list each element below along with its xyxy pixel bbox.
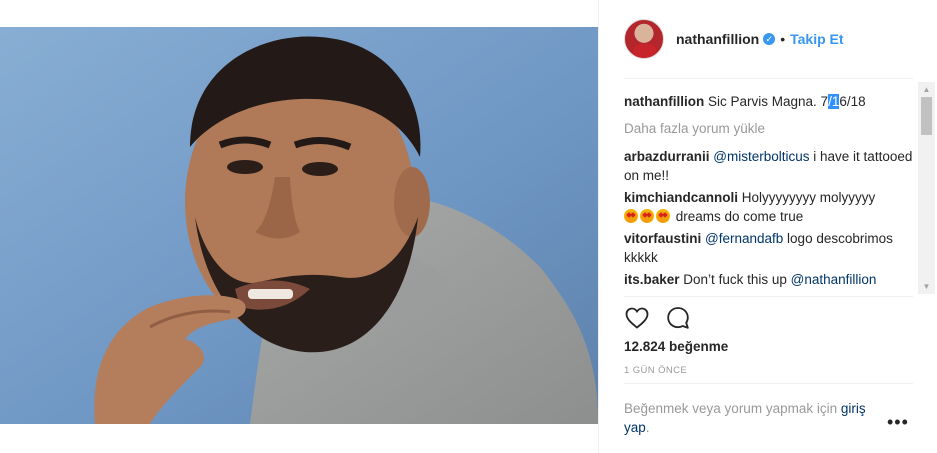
caption: nathanfillion Sic Parvis Magna. 7/16/18 (624, 92, 919, 111)
comment-username[interactable]: arbazdurranii (624, 149, 710, 164)
caption-text-after: 6/18 (839, 94, 866, 109)
comments-scrollbar[interactable]: ▲ ▼ (918, 82, 935, 294)
login-prompt: Beğenmek veya yorum yapmak için giriş ya… (624, 399, 884, 437)
header-separator: • (780, 31, 786, 47)
like-button[interactable] (624, 305, 650, 331)
heart-outline-icon (625, 307, 649, 329)
comment-text: Don’t fuck this up (683, 272, 791, 287)
post-timestamp[interactable]: 1 GÜN ÖNCE (624, 365, 687, 376)
post-image[interactable] (0, 27, 598, 424)
comment-item: arbazdurranii @misterbolticus i have it … (624, 147, 919, 185)
comment-mention[interactable]: @fernandafb (705, 231, 783, 246)
post-side-panel: nathanfillion ✓ • Takip Et nathanfillion… (598, 0, 937, 453)
comment-text: Holyyyyyyyy molyyyyy (741, 190, 876, 205)
comment-bubble-icon (667, 307, 689, 329)
heart-eyes-emoji-icon (656, 209, 670, 223)
follow-button[interactable]: Takip Et (790, 31, 843, 47)
scroll-up-arrow-icon[interactable]: ▲ (918, 82, 935, 97)
divider (624, 78, 913, 79)
login-prompt-text: Beğenmek veya yorum yapmak için (624, 401, 841, 416)
load-more-comments[interactable]: Daha fazla yorum yükle (624, 119, 919, 138)
avatar[interactable] (624, 19, 664, 59)
comment-item: its.baker Don’t fuck this up @nathanfill… (624, 270, 919, 289)
comment-button[interactable] (665, 305, 691, 331)
login-prompt-end: . (645, 420, 650, 435)
more-options-button[interactable]: ••• (887, 413, 909, 431)
post-header: nathanfillion ✓ • Takip Et (599, 14, 937, 64)
comments-list[interactable]: nathanfillion Sic Parvis Magna. 7/16/18 … (624, 92, 919, 292)
portrait-illustration (0, 27, 598, 424)
verified-badge-icon: ✓ (763, 33, 776, 45)
divider (624, 296, 913, 297)
heart-eyes-emoji-icon (624, 209, 638, 223)
comment-username[interactable]: vitorfaustini (624, 231, 701, 246)
comment-username[interactable]: its.baker (624, 272, 680, 287)
like-count[interactable]: 12.824 beğenme (624, 339, 728, 354)
scroll-down-arrow-icon[interactable]: ▼ (918, 279, 935, 294)
post-actions (624, 305, 691, 331)
comment-item: vitorfaustini @fernandafb logo descobrim… (624, 229, 919, 267)
comment-mention[interactable]: @nathanfillion (791, 272, 877, 287)
comment-item: kimchiandcannoli Holyyyyyyyy molyyyyy dr… (624, 188, 919, 226)
comment-mention[interactable]: @misterbolticus (713, 149, 809, 164)
caption-username[interactable]: nathanfillion (624, 94, 704, 109)
caption-text-selected: /1 (828, 94, 840, 109)
header-username[interactable]: nathanfillion (676, 31, 759, 47)
scrollbar-thumb[interactable] (921, 97, 932, 135)
comment-emoji-text: dreams do come true (672, 209, 804, 224)
caption-text-before: Sic Parvis Magna. 7 (708, 94, 829, 109)
comment-username[interactable]: kimchiandcannoli (624, 190, 738, 205)
divider (624, 383, 913, 384)
heart-eyes-emoji-icon (640, 209, 654, 223)
